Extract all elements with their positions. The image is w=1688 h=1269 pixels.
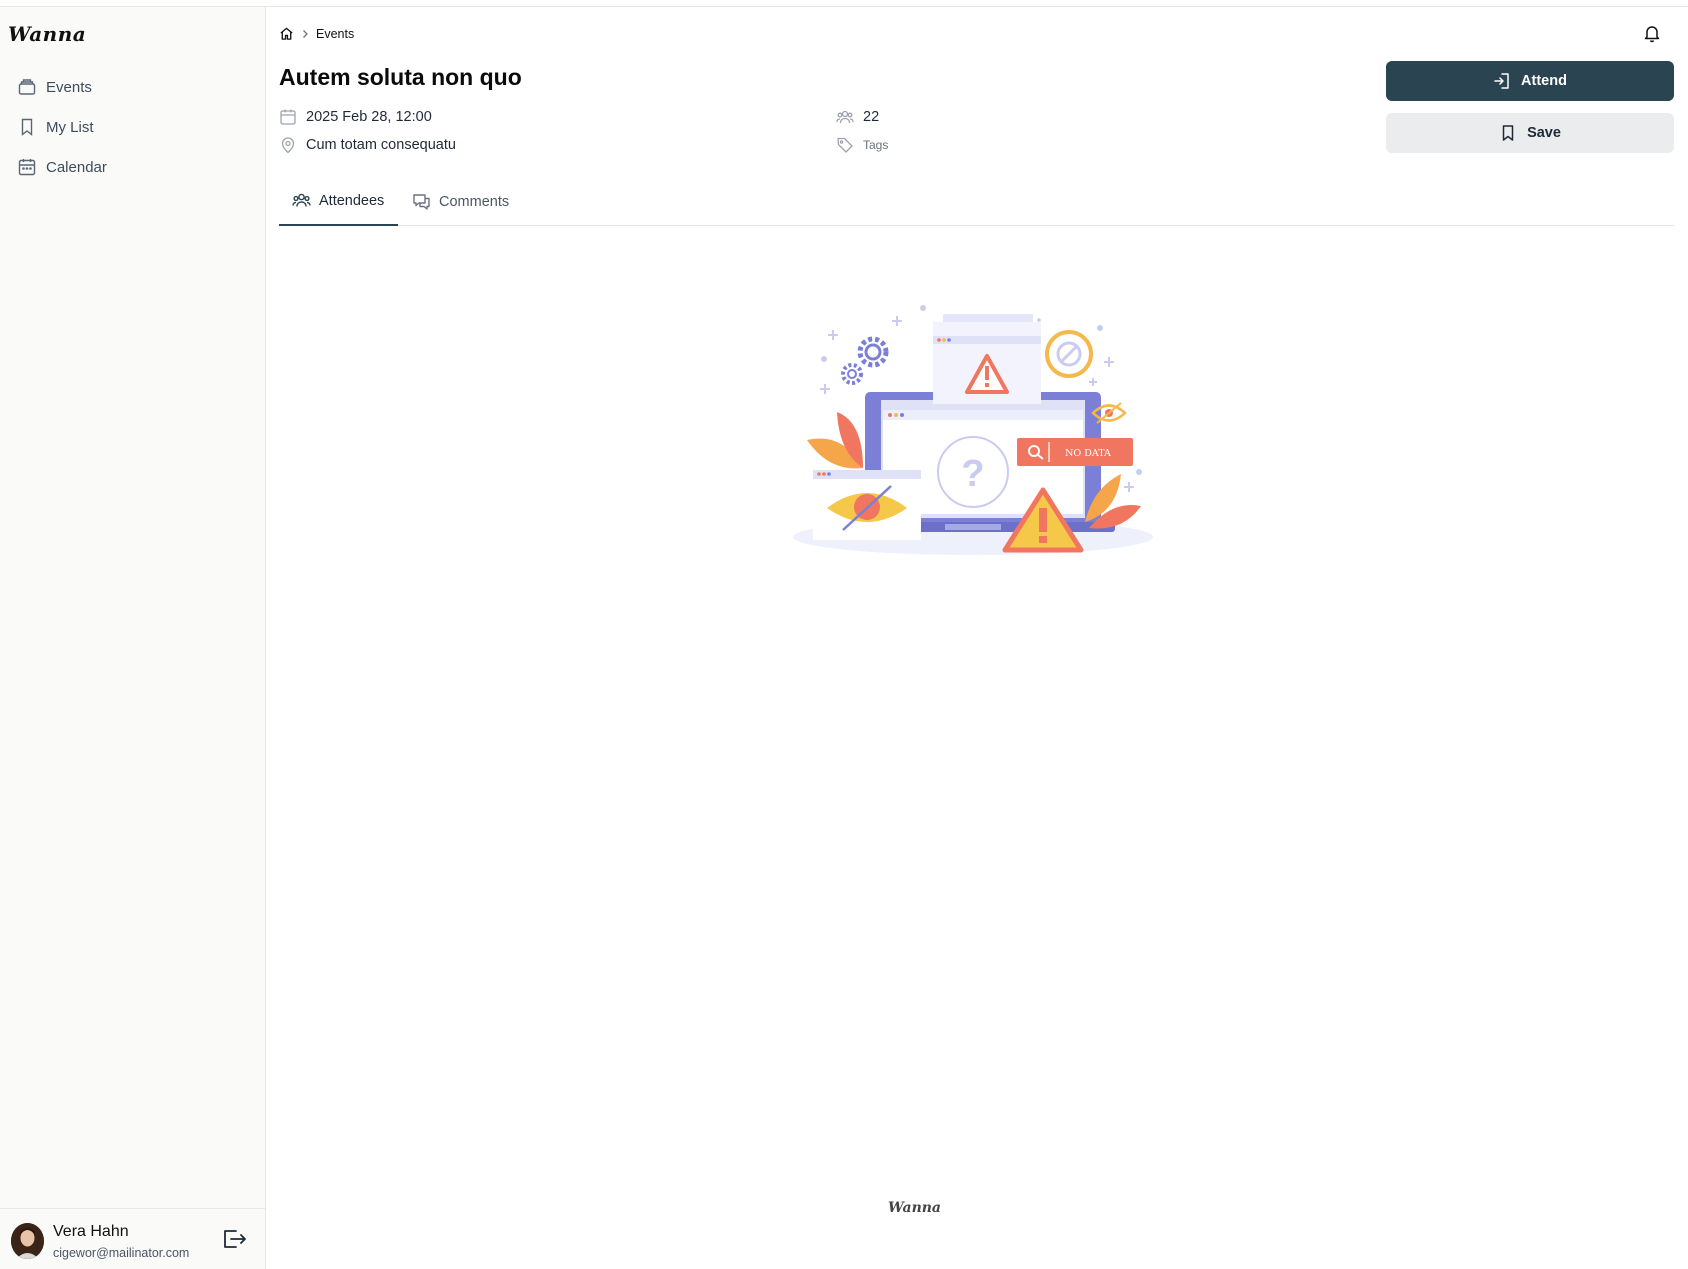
users-icon [292, 193, 311, 207]
tag-icon [837, 137, 853, 153]
breadcrumb: Events [279, 26, 354, 41]
event-location: Cum totam consequatu [279, 136, 456, 154]
sidebar-nav: Events My List Calendar [0, 67, 266, 187]
attend-label: Attend [1521, 73, 1567, 89]
save-button[interactable]: Save [1386, 113, 1674, 153]
sidebar-item-events[interactable]: Events [0, 67, 266, 107]
sidebar: Wanna Events My List Calendar Vera Hahn … [0, 7, 266, 1269]
layers-icon [17, 77, 37, 97]
tab-label: Attendees [319, 192, 385, 209]
bookmark-icon [1502, 125, 1514, 141]
save-label: Save [1527, 125, 1561, 141]
tab-comments[interactable]: Comments [412, 177, 509, 226]
sidebar-item-calendar[interactable]: Calendar [0, 147, 266, 187]
sign-in-icon [1494, 73, 1509, 89]
avatar[interactable] [11, 1223, 44, 1259]
users-icon [836, 110, 854, 124]
event-tags: Tags [836, 136, 888, 154]
calendar-icon [17, 157, 37, 177]
tab-attendees[interactable]: Attendees [279, 177, 398, 226]
footer-logo: Wanna [888, 1200, 942, 1216]
chevron-right-icon [303, 29, 308, 38]
event-attendees-count: 22 [836, 108, 879, 126]
calendar-icon [280, 109, 296, 125]
user-footer: Vera Hahn cigewor@mailinator.com [0, 1208, 266, 1269]
bookmark-icon [17, 117, 37, 137]
sidebar-item-label: My List [46, 118, 94, 136]
user-email: cigewor@mailinator.com [53, 1246, 190, 1260]
sidebar-item-label: Events [46, 78, 92, 96]
map-pin-icon [281, 137, 295, 154]
tags-label[interactable]: Tags [863, 138, 888, 152]
app-logo[interactable]: Wanna [8, 22, 86, 46]
empty-state-illustration: ? NO DATA [793, 305, 1153, 555]
user-name: Vera Hahn [53, 1223, 129, 1240]
no-data-badge: NO DATA [1065, 448, 1111, 459]
attendees-count-text: 22 [863, 109, 880, 125]
tab-label: Comments [439, 193, 510, 210]
event-location-text: Cum totam consequatu [306, 137, 456, 153]
sidebar-item-my-list[interactable]: My List [0, 107, 266, 147]
event-datetime-text: 2025 Feb 28, 12:00 [306, 109, 432, 125]
event-datetime: 2025 Feb 28, 12:00 [279, 108, 432, 126]
home-icon[interactable] [279, 26, 294, 41]
tab-bar: Attendees Comments [279, 177, 1674, 226]
svg-text:?: ? [961, 453, 984, 495]
bell-icon[interactable] [1642, 23, 1662, 43]
logout-icon[interactable] [221, 1227, 247, 1251]
sidebar-item-label: Calendar [46, 158, 107, 176]
page-title: Autem soluta non quo [279, 64, 522, 90]
attend-button[interactable]: Attend [1386, 61, 1674, 101]
main-content: Events Autem soluta non quo 2025 Feb 28,… [266, 7, 1688, 1269]
comments-icon [413, 194, 430, 210]
breadcrumb-current[interactable]: Events [316, 27, 354, 41]
